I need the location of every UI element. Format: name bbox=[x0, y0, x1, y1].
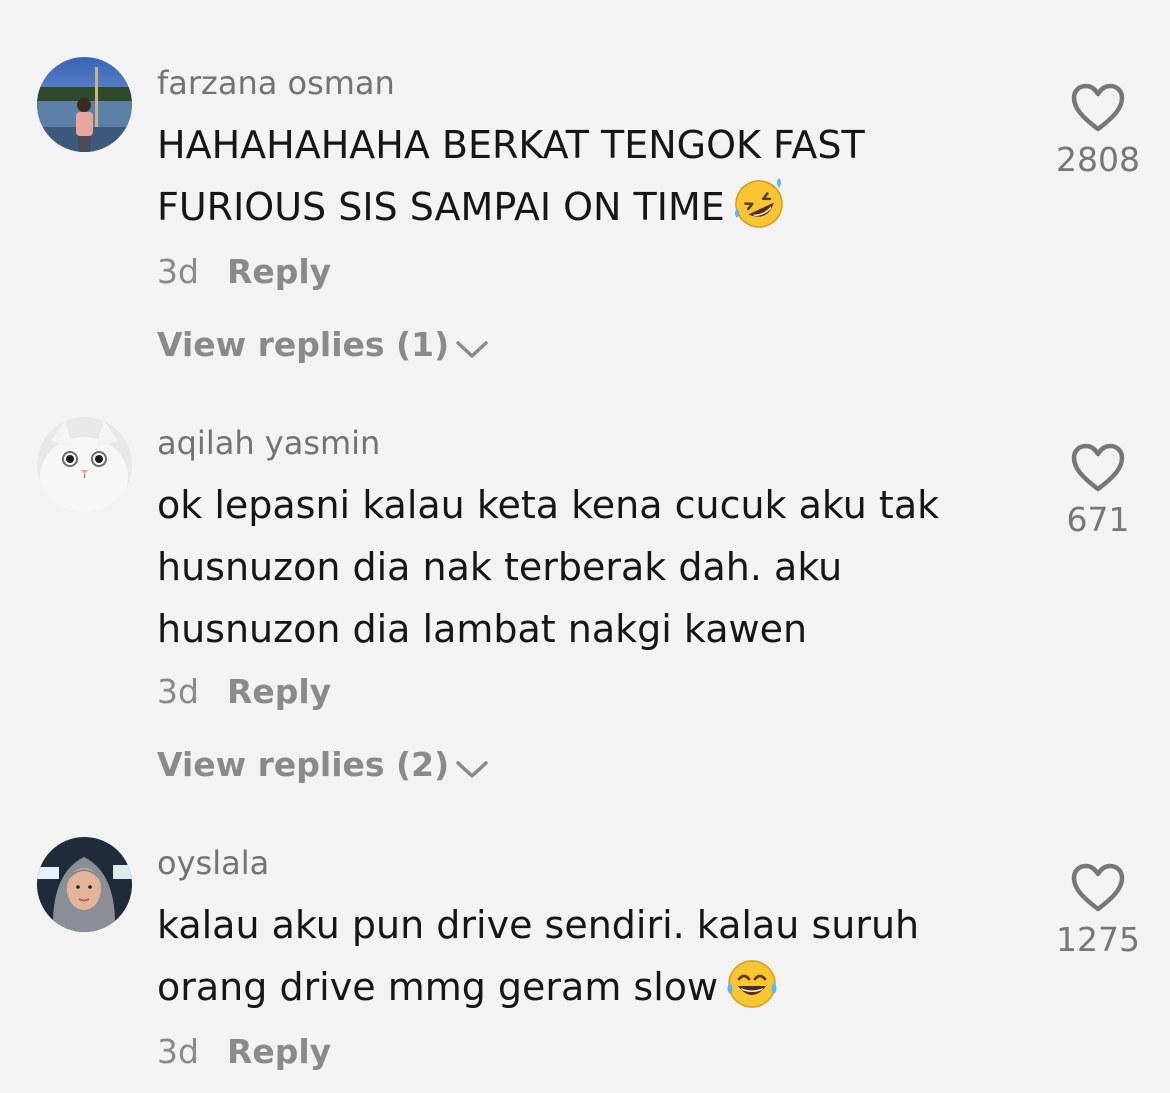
comment-meta: 3d Reply bbox=[157, 1032, 331, 1072]
comment-text: kalau aku pun drive sendiri. kalau suruh… bbox=[157, 894, 1017, 1018]
heart-outline-icon[interactable] bbox=[1070, 82, 1126, 134]
view-replies-label: View replies (1) bbox=[157, 325, 450, 364]
heart-outline-icon[interactable] bbox=[1070, 862, 1126, 914]
comment-username[interactable]: farzana osman bbox=[157, 63, 395, 103]
comment-text: HAHAHAHAHA BERKAT TENGOK FAST FURIOUS SI… bbox=[157, 114, 1017, 238]
reply-button[interactable]: Reply bbox=[227, 252, 331, 291]
like-section: 2808 bbox=[1030, 82, 1166, 180]
comment-meta: 3d Reply bbox=[157, 252, 331, 292]
comment-text: ok lepasni kalau keta kena cucuk aku tak… bbox=[157, 474, 1017, 660]
avatar-photo-cat bbox=[37, 417, 132, 512]
rolling-on-floor-laughing-emoji bbox=[734, 178, 783, 228]
comment-username[interactable]: oyslala bbox=[157, 843, 269, 883]
comment-text-segment: FURIOUS SIS SAMPAI ON TIME bbox=[157, 185, 725, 229]
view-replies-button[interactable]: View replies (1) bbox=[157, 325, 489, 365]
comment-text-line: husnuzon dia lambat nakgi kawen bbox=[157, 607, 808, 651]
like-count: 2808 bbox=[1056, 140, 1140, 179]
heart-outline-icon[interactable] bbox=[1070, 442, 1126, 494]
avatar[interactable] bbox=[37, 57, 132, 152]
avatar[interactable] bbox=[37, 837, 132, 932]
comment-text-line: FURIOUS SIS SAMPAI ON TIME bbox=[157, 176, 1017, 238]
avatar[interactable] bbox=[37, 417, 132, 512]
chevron-down-icon bbox=[456, 341, 488, 358]
like-section: 671 bbox=[1030, 442, 1166, 540]
comment-time: 3d bbox=[157, 1032, 199, 1071]
comment-meta: 3d Reply bbox=[157, 672, 331, 712]
comment-text-line: kalau aku pun drive sendiri. kalau suruh bbox=[157, 903, 920, 947]
comment-text-segment: orang drive mmg geram slow bbox=[157, 965, 719, 1009]
like-count: 671 bbox=[1066, 500, 1130, 539]
view-replies-button[interactable]: View replies (2) bbox=[157, 745, 489, 785]
comment-text-line: HAHAHAHAHA BERKAT TENGOK FAST bbox=[157, 123, 865, 167]
comment-text-line: husnuzon dia nak terberak dah. aku bbox=[157, 545, 843, 589]
comment-time: 3d bbox=[157, 672, 199, 711]
comment-text-line: ok lepasni kalau keta kena cucuk aku tak bbox=[157, 483, 940, 527]
reply-button[interactable]: Reply bbox=[227, 672, 331, 711]
face-with-tears-of-joy-emoji bbox=[727, 960, 777, 1008]
comment-username[interactable]: aqilah yasmin bbox=[157, 423, 380, 463]
reply-button[interactable]: Reply bbox=[227, 1032, 331, 1071]
comment-time: 3d bbox=[157, 252, 199, 291]
comment-text-line: orang drive mmg geram slow bbox=[157, 956, 1017, 1018]
like-count: 1275 bbox=[1056, 920, 1140, 959]
avatar-photo-person bbox=[37, 837, 132, 932]
like-section: 1275 bbox=[1030, 862, 1166, 960]
avatar-photo-lake bbox=[37, 57, 132, 152]
chevron-down-icon bbox=[456, 761, 488, 778]
view-replies-label: View replies (2) bbox=[157, 745, 450, 784]
